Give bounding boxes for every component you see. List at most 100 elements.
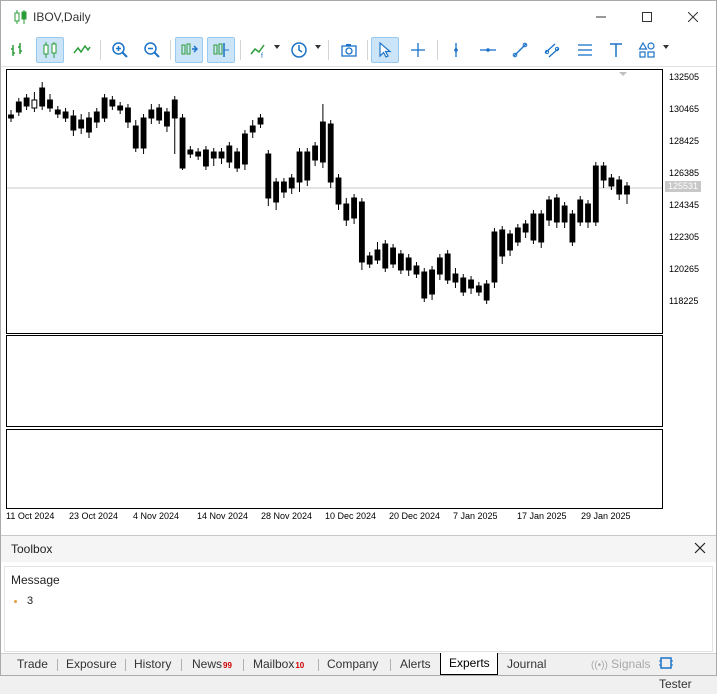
cursor-button[interactable]	[371, 37, 399, 63]
candle	[312, 142, 319, 166]
message-column-header[interactable]: Message	[11, 573, 60, 587]
tab-exposure[interactable]: Exposure	[58, 654, 125, 675]
vertical-line-button[interactable]	[442, 37, 470, 63]
channel-button[interactable]	[538, 37, 566, 63]
trendline-button[interactable]	[506, 37, 534, 63]
fibonacci-button[interactable]	[571, 37, 599, 63]
candle	[195, 148, 202, 160]
indicators-button[interactable]: f	[245, 37, 273, 63]
crosshair-button[interactable]	[404, 37, 432, 63]
indicator-pane-1[interactable]	[6, 335, 663, 427]
candle	[8, 110, 14, 122]
candle	[530, 210, 537, 244]
candle	[249, 120, 256, 138]
line-chart-button[interactable]	[68, 37, 96, 63]
candlestick-icon	[14, 10, 27, 24]
tab-alerts[interactable]: Alerts	[392, 654, 439, 675]
channel-icon	[544, 43, 560, 58]
candle	[187, 146, 194, 158]
candle	[468, 276, 474, 294]
candle	[218, 148, 225, 164]
candle	[452, 268, 459, 288]
toolbox-header: Toolbox	[1, 536, 716, 562]
tab-tester[interactable]: Tester	[651, 654, 716, 691]
toolbox-close-button[interactable]	[694, 538, 706, 559]
chart-area[interactable]: 132505 130465 128425 126385 124345 12230…	[1, 67, 716, 529]
experts-message-list[interactable]: Message 3	[4, 566, 713, 652]
horizontal-line-button[interactable]	[474, 37, 502, 63]
chevron-down-icon[interactable]	[663, 45, 669, 49]
date-axis-label: 11 Oct 2024	[6, 511, 55, 521]
candle	[319, 104, 326, 168]
text-tool-button[interactable]	[602, 37, 630, 63]
candle	[179, 114, 186, 170]
tab-experts[interactable]: Experts	[440, 653, 498, 675]
line-chart-icon	[73, 44, 91, 54]
message-row[interactable]: 3	[27, 595, 33, 607]
maximize-button[interactable]	[624, 1, 670, 33]
clock-icon	[291, 42, 307, 58]
candle	[397, 250, 404, 274]
vertical-line-icon	[454, 43, 458, 57]
toolbox-panel: Toolbox Message 3 Trade Exposure History…	[1, 535, 716, 691]
tab-signals[interactable]: ((•)) Signals	[583, 654, 659, 675]
candle	[405, 254, 412, 276]
auto-scroll-button[interactable]	[175, 37, 203, 63]
zoom-in-button[interactable]	[106, 37, 134, 63]
candle	[101, 94, 108, 122]
candle	[125, 104, 131, 128]
candle	[148, 104, 155, 124]
candle	[109, 96, 116, 110]
minimize-button[interactable]	[578, 1, 624, 33]
screenshot-button[interactable]	[335, 37, 363, 63]
candle	[93, 108, 100, 128]
indicator-pane-2[interactable]	[6, 429, 663, 509]
fibonacci-icon	[578, 44, 592, 56]
candle	[54, 106, 61, 118]
candle	[429, 266, 435, 300]
mailbox-count-badge: 10	[295, 661, 305, 670]
candle	[499, 226, 506, 264]
chevron-down-icon[interactable]	[315, 45, 321, 49]
candle	[226, 142, 233, 168]
date-axis-label: 4 Nov 2024	[133, 511, 180, 521]
candle	[140, 114, 147, 154]
price-axis-label: 120265	[669, 264, 700, 274]
shapes-button[interactable]	[633, 37, 661, 63]
bar-chart-button[interactable]	[5, 37, 33, 63]
maximize-icon	[642, 12, 652, 22]
tab-news[interactable]: News99	[184, 654, 240, 675]
candle	[117, 102, 124, 114]
camera-icon	[341, 44, 357, 57]
candle	[522, 220, 529, 238]
candle	[343, 198, 350, 226]
tab-mailbox[interactable]: Mailbox10	[245, 654, 312, 675]
candle	[460, 274, 467, 296]
date-axis-label: 20 Dec 2024	[389, 511, 441, 521]
date-axis-label: 10 Dec 2024	[325, 511, 377, 521]
chart-shift-marker-icon[interactable]	[619, 72, 627, 76]
terminal-window: IBOV,Daily f 132505 130465 128425 126385…	[0, 0, 717, 691]
tab-company[interactable]: Company	[319, 654, 386, 675]
tab-trade[interactable]: Trade	[9, 654, 56, 675]
tab-history[interactable]: History	[126, 654, 179, 675]
date-axis-label: 28 Nov 2024	[261, 511, 313, 521]
candle	[242, 130, 248, 170]
zoom-out-button[interactable]	[138, 37, 166, 63]
price-axis-label: 118225	[669, 296, 699, 306]
candle	[47, 94, 53, 112]
candle	[296, 148, 303, 192]
chevron-down-icon[interactable]	[274, 45, 280, 49]
price-axis-label: 126385	[669, 168, 700, 178]
timeframe-button[interactable]	[285, 37, 313, 63]
close-button[interactable]	[670, 1, 716, 33]
candle	[382, 240, 389, 272]
price-pane[interactable]	[6, 69, 663, 334]
chart-shift-button[interactable]	[207, 37, 235, 63]
candlestick-chart-button[interactable]	[36, 37, 64, 63]
candle	[538, 210, 545, 248]
candle	[257, 114, 264, 128]
candle	[78, 114, 85, 134]
tab-journal[interactable]: Journal	[499, 654, 554, 675]
candle	[483, 280, 490, 304]
